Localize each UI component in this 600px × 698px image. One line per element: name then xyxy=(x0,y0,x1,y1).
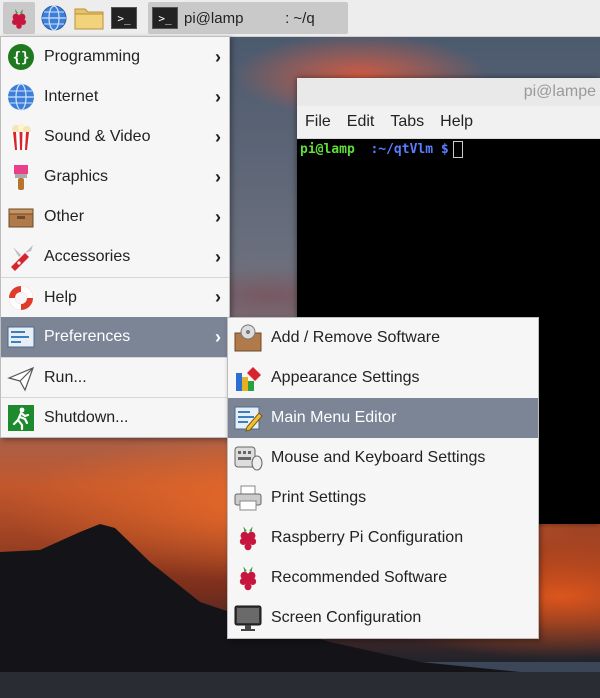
chevron-right-icon: › xyxy=(215,246,221,267)
box-icon xyxy=(5,201,37,233)
menu-item-sound-video[interactable]: Sound & Video › xyxy=(1,117,229,157)
appearance-icon xyxy=(232,362,264,394)
window-title: pi@lampe xyxy=(523,83,596,100)
menu-help[interactable]: Help xyxy=(440,113,473,131)
monitor-icon xyxy=(232,602,264,634)
preferences-icon xyxy=(5,321,37,353)
web-browser-launcher[interactable] xyxy=(38,2,70,34)
chevron-right-icon: › xyxy=(215,86,221,107)
prompt-path: :~/qtVlm $ xyxy=(354,142,449,157)
raspberry-icon xyxy=(232,562,264,594)
popcorn-icon xyxy=(5,121,37,153)
chevron-right-icon: › xyxy=(215,206,221,227)
terminal-title-bar[interactable]: pi@lampe xyxy=(297,78,600,106)
menu-item-appearance-settings[interactable]: Appearance Settings xyxy=(228,358,538,398)
terminal-output[interactable]: pi@lamp :~/qtVlm $ xyxy=(297,139,600,160)
folder-icon xyxy=(74,8,104,30)
menu-editor-icon xyxy=(232,402,264,434)
globe-icon xyxy=(5,81,37,113)
menu-item-screen-configuration[interactable]: Screen Configuration xyxy=(228,598,538,638)
preferences-submenu: Add / Remove Software Appearance Setting… xyxy=(227,317,539,639)
chevron-right-icon: › xyxy=(215,166,221,187)
lifebuoy-icon xyxy=(5,282,37,314)
chevron-right-icon: › xyxy=(215,46,221,67)
prompt-user: pi@lamp xyxy=(300,142,355,157)
menu-item-shutdown[interactable]: Shutdown... xyxy=(1,397,229,437)
file-manager-launcher[interactable] xyxy=(73,2,105,34)
printer-icon xyxy=(232,482,264,514)
text-cursor xyxy=(452,141,463,158)
menu-item-mouse-keyboard-settings[interactable]: Mouse and Keyboard Settings xyxy=(228,438,538,478)
chevron-right-icon: › xyxy=(215,326,221,347)
mouse-keyboard-icon xyxy=(232,442,264,474)
terminal-menubar: File Edit Tabs Help xyxy=(297,106,600,139)
menu-item-raspberry-pi-configuration[interactable]: Raspberry Pi Configuration xyxy=(228,518,538,558)
pocketknife-icon xyxy=(5,241,37,273)
taskbar: >_ >_ pi@lamp : ~/q xyxy=(0,0,600,37)
raspberry-icon xyxy=(12,9,26,29)
menu-item-internet[interactable]: Internet › xyxy=(1,77,229,117)
svg-text:{}: {} xyxy=(13,50,30,66)
menu-item-accessories[interactable]: Accessories › xyxy=(1,237,229,277)
menu-item-add-remove-software[interactable]: Add / Remove Software xyxy=(228,318,538,358)
task-label: pi@lamp : ~/q xyxy=(184,9,315,27)
raspberry-menu-button[interactable] xyxy=(3,2,35,34)
terminal-icon: >_ xyxy=(152,7,178,29)
terminal-launcher[interactable]: >_ xyxy=(108,2,140,34)
programming-icon: {} xyxy=(5,41,37,73)
paintbrush-icon xyxy=(5,161,37,193)
terminal-icon: >_ xyxy=(111,7,137,29)
menu-item-preferences[interactable]: Preferences › xyxy=(1,317,229,357)
menu-tabs[interactable]: Tabs xyxy=(390,113,424,131)
chevron-right-icon: › xyxy=(215,126,221,147)
menu-item-other[interactable]: Other › xyxy=(1,197,229,237)
globe-icon xyxy=(41,5,67,31)
chevron-right-icon: › xyxy=(215,287,221,307)
menu-item-graphics[interactable]: Graphics › xyxy=(1,157,229,197)
paper-plane-icon xyxy=(5,362,37,394)
menu-item-print-settings[interactable]: Print Settings xyxy=(228,478,538,518)
raspberry-icon xyxy=(232,522,264,554)
menu-item-main-menu-editor[interactable]: Main Menu Editor xyxy=(228,398,538,438)
menu-item-run[interactable]: Run... xyxy=(1,357,229,397)
taskbar-terminal-task[interactable]: >_ pi@lamp : ~/q xyxy=(148,2,348,34)
menu-edit[interactable]: Edit xyxy=(347,113,375,131)
menu-item-help[interactable]: Help › xyxy=(1,277,229,317)
main-menu: {} Programming › Internet › Sound & Vide… xyxy=(0,36,230,438)
menu-item-programming[interactable]: {} Programming › xyxy=(1,37,229,77)
menu-item-recommended-software[interactable]: Recommended Software xyxy=(228,558,538,598)
exit-icon xyxy=(5,402,37,434)
menu-file[interactable]: File xyxy=(305,113,331,131)
package-icon xyxy=(232,322,264,354)
